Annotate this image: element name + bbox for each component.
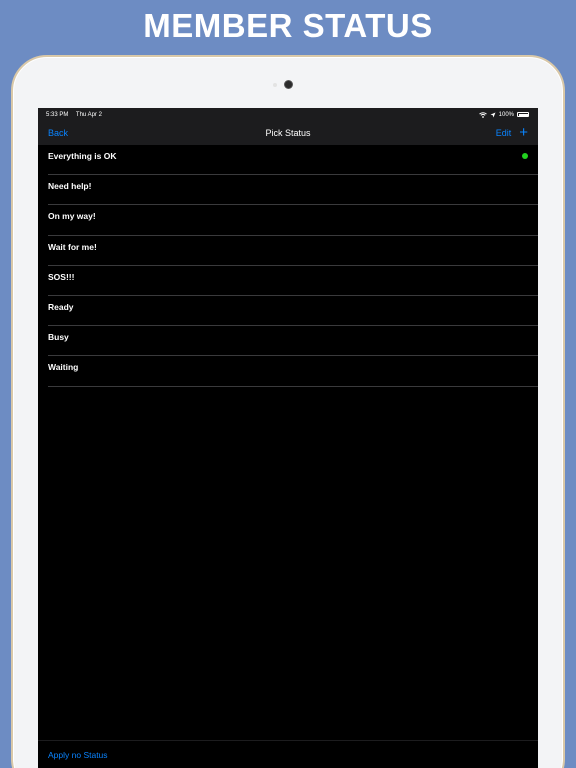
device-screen: 5:33 PM Thu Apr 2 100% Back Pick Status …: [38, 108, 538, 768]
page-title: Pick Status: [265, 128, 311, 138]
status-row[interactable]: Busy: [38, 326, 538, 357]
status-row[interactable]: Wait for me!: [38, 236, 538, 266]
navigation-bar: Back Pick Status Edit +: [38, 121, 538, 145]
location-arrow-icon: [490, 112, 496, 117]
plus-icon[interactable]: +: [519, 125, 528, 140]
nav-actions: Edit +: [468, 125, 528, 140]
banner-title: MEMBER STATUS: [143, 7, 433, 44]
status-row[interactable]: SOS!!!: [38, 266, 538, 297]
banner: MEMBER STATUS: [0, 0, 576, 52]
apply-no-status-button[interactable]: Apply no Status: [48, 750, 108, 760]
status-row-label: SOS!!!: [48, 271, 75, 282]
camera-icon: [284, 80, 293, 89]
status-row-label: Wait for me!: [48, 241, 97, 252]
status-list: Everything is OK Need help! On my way! Wait…: [38, 145, 538, 387]
status-row[interactable]: Everything is OK: [38, 145, 538, 176]
status-row[interactable]: Need help!: [38, 175, 538, 206]
status-bar-left: 5:33 PM Thu Apr 2: [46, 112, 108, 118]
selected-dot-icon: [522, 153, 528, 160]
status-row-label: On my way!: [48, 211, 96, 222]
sensor-icon: [273, 83, 277, 87]
footer-bar: Apply no Status: [38, 740, 538, 768]
battery-icon: [517, 112, 529, 117]
status-row-label: Busy: [48, 332, 69, 343]
status-row[interactable]: On my way!: [38, 205, 538, 236]
status-time: 5:33 PM: [46, 111, 69, 118]
status-bar-right: 100%: [478, 111, 529, 118]
status-date: Thu Apr 2: [75, 111, 102, 118]
status-row-label: Waiting: [48, 362, 79, 373]
battery-percent: 100%: [498, 111, 514, 118]
status-row[interactable]: Waiting: [38, 356, 538, 387]
wifi-icon: [478, 111, 487, 118]
edit-button[interactable]: Edit: [496, 128, 512, 138]
status-bar: 5:33 PM Thu Apr 2 100%: [38, 108, 538, 121]
back-button[interactable]: Back: [48, 128, 108, 138]
status-row-label: Ready: [48, 302, 74, 313]
battery-fill: [518, 113, 528, 116]
status-row[interactable]: Ready: [38, 296, 538, 327]
status-row-label: Need help!: [48, 181, 92, 192]
status-row-label: Everything is OK: [48, 151, 117, 162]
